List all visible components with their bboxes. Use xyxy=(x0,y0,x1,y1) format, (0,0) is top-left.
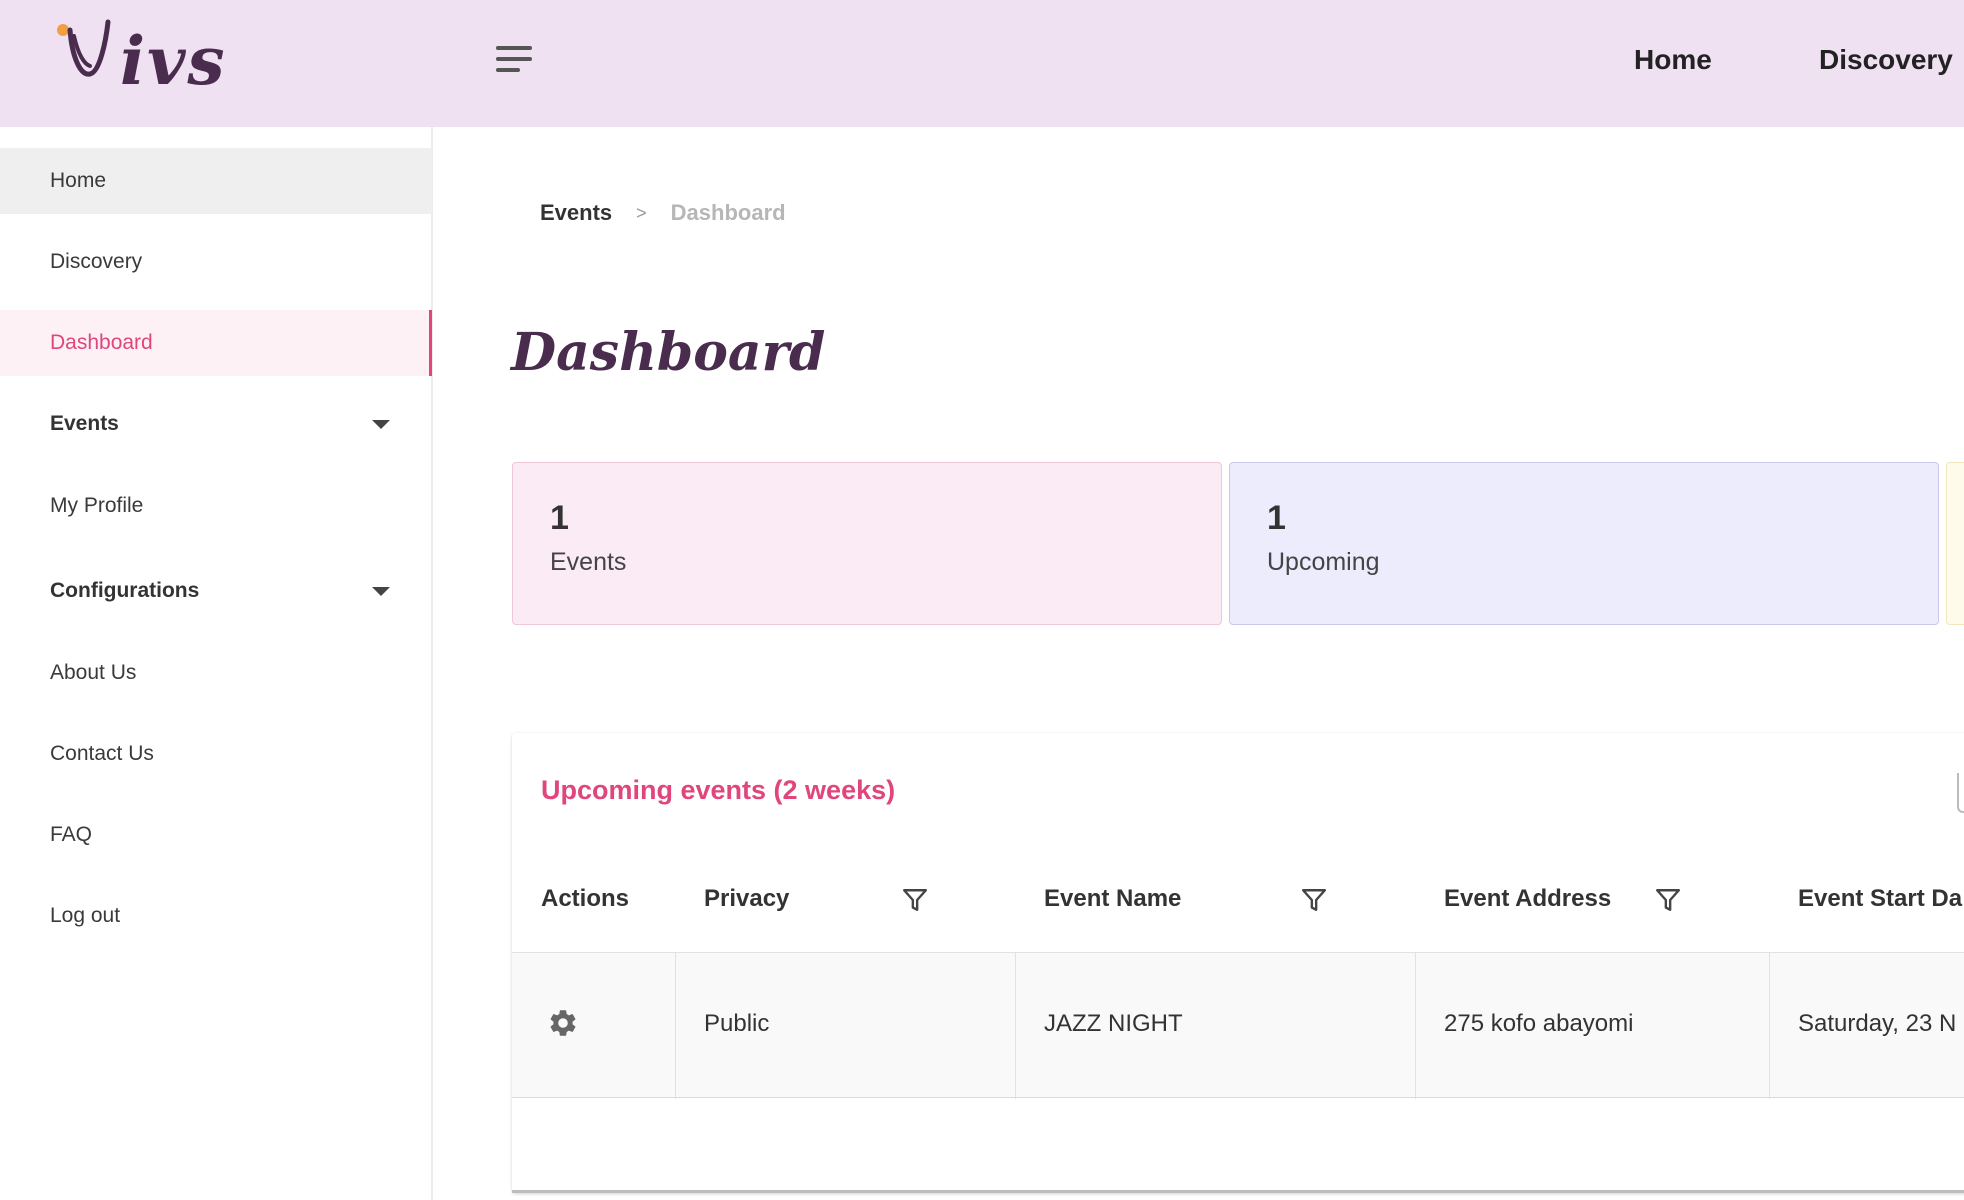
sidebar-item-about-us[interactable]: About Us xyxy=(0,640,432,706)
cell-divider xyxy=(1769,953,1770,1099)
sidebar-item-faq[interactable]: FAQ xyxy=(0,802,432,868)
column-header-actions: Actions xyxy=(541,885,630,912)
logo-mark-icon xyxy=(57,19,111,77)
column-header-event-address[interactable]: Event Address xyxy=(1444,885,1611,913)
breadcrumb-current: Dashboard xyxy=(670,200,786,225)
topnav-home-link[interactable]: Home xyxy=(1634,44,1712,76)
sidebar-item-events[interactable]: Events xyxy=(0,391,432,457)
panel-bottom-border xyxy=(512,1190,1964,1193)
sidebar-item-label: Contact Us xyxy=(50,742,154,765)
sidebar-item-label: Discovery xyxy=(50,250,143,273)
stat-card-partial[interactable] xyxy=(1946,462,1964,625)
column-header-event-name[interactable]: Event Name xyxy=(1044,885,1181,913)
caret-down-icon[interactable] xyxy=(372,587,390,596)
sidebar-item-label: Home xyxy=(50,169,107,192)
table-row[interactable]: Public JAZZ NIGHT 275 kofo abayomi Satur… xyxy=(512,952,1964,1099)
breadcrumb-separator: > xyxy=(636,202,647,223)
hamburger-menu-icon[interactable] xyxy=(496,46,540,82)
caret-down-icon[interactable] xyxy=(372,420,390,429)
page-title: Dashboard xyxy=(511,322,826,383)
sidebar-item-home[interactable]: Home xyxy=(0,148,432,214)
sidebar-item-label: Log out xyxy=(50,904,121,927)
sidebar-item-configurations[interactable]: Configurations xyxy=(0,558,432,624)
stat-label: Events xyxy=(550,548,627,576)
cell-privacy: Public xyxy=(704,1010,770,1037)
sidebar-item-label: Configurations xyxy=(50,579,200,602)
top-bar: ivs Home Discovery xyxy=(0,0,1964,127)
cell-divider xyxy=(1415,953,1416,1099)
stat-label: Upcoming xyxy=(1267,548,1380,576)
stat-card-upcoming[interactable]: 1 Upcoming xyxy=(1229,462,1939,625)
stat-card-events[interactable]: 1 Events xyxy=(512,462,1222,625)
panel-title: Upcoming events (2 weeks) xyxy=(541,775,896,805)
logo-text: ivs xyxy=(120,22,227,100)
sidebar-item-my-profile[interactable]: My Profile xyxy=(0,473,432,539)
sidebar-item-dashboard[interactable]: Dashboard xyxy=(0,310,432,376)
logo[interactable]: ivs xyxy=(54,16,234,102)
filter-icon[interactable] xyxy=(902,887,928,913)
sidebar-item-label: Events xyxy=(50,412,119,435)
stat-value: 1 xyxy=(550,499,569,537)
breadcrumb: Events > Dashboard xyxy=(540,200,786,226)
filter-icon[interactable] xyxy=(1301,887,1327,913)
topnav-discovery-link[interactable]: Discovery xyxy=(1819,44,1953,76)
gear-icon[interactable] xyxy=(547,1007,579,1039)
sidebar-item-discovery[interactable]: Discovery xyxy=(0,229,432,295)
filter-icon[interactable] xyxy=(1655,887,1681,913)
column-header-event-start-date[interactable]: Event Start Da xyxy=(1798,885,1962,913)
breadcrumb-events-link[interactable]: Events xyxy=(540,200,612,226)
cell-event-start-date: Saturday, 23 N xyxy=(1798,1010,1957,1037)
sidebar-item-label: Dashboard xyxy=(50,331,153,354)
sidebar-item-contact-us[interactable]: Contact Us xyxy=(0,721,432,787)
cell-divider xyxy=(1015,953,1016,1099)
panel-search-field-edge[interactable] xyxy=(1957,773,1964,813)
cell-event-name: JAZZ NIGHT xyxy=(1044,1010,1183,1037)
sidebar-item-log-out[interactable]: Log out xyxy=(0,883,432,949)
sidebar-item-label: My Profile xyxy=(50,494,144,517)
column-header-privacy[interactable]: Privacy xyxy=(704,885,789,913)
upcoming-events-panel: Upcoming events (2 weeks) Actions Privac… xyxy=(512,733,1964,1193)
sidebar-item-label: About Us xyxy=(50,661,137,684)
sidebar-item-label: FAQ xyxy=(50,823,93,846)
cell-event-address: 275 kofo abayomi xyxy=(1444,1010,1634,1037)
stat-value: 1 xyxy=(1267,499,1286,537)
sidebar: Home Discovery Dashboard Events My Profi… xyxy=(0,127,433,1200)
cell-divider xyxy=(675,953,676,1099)
